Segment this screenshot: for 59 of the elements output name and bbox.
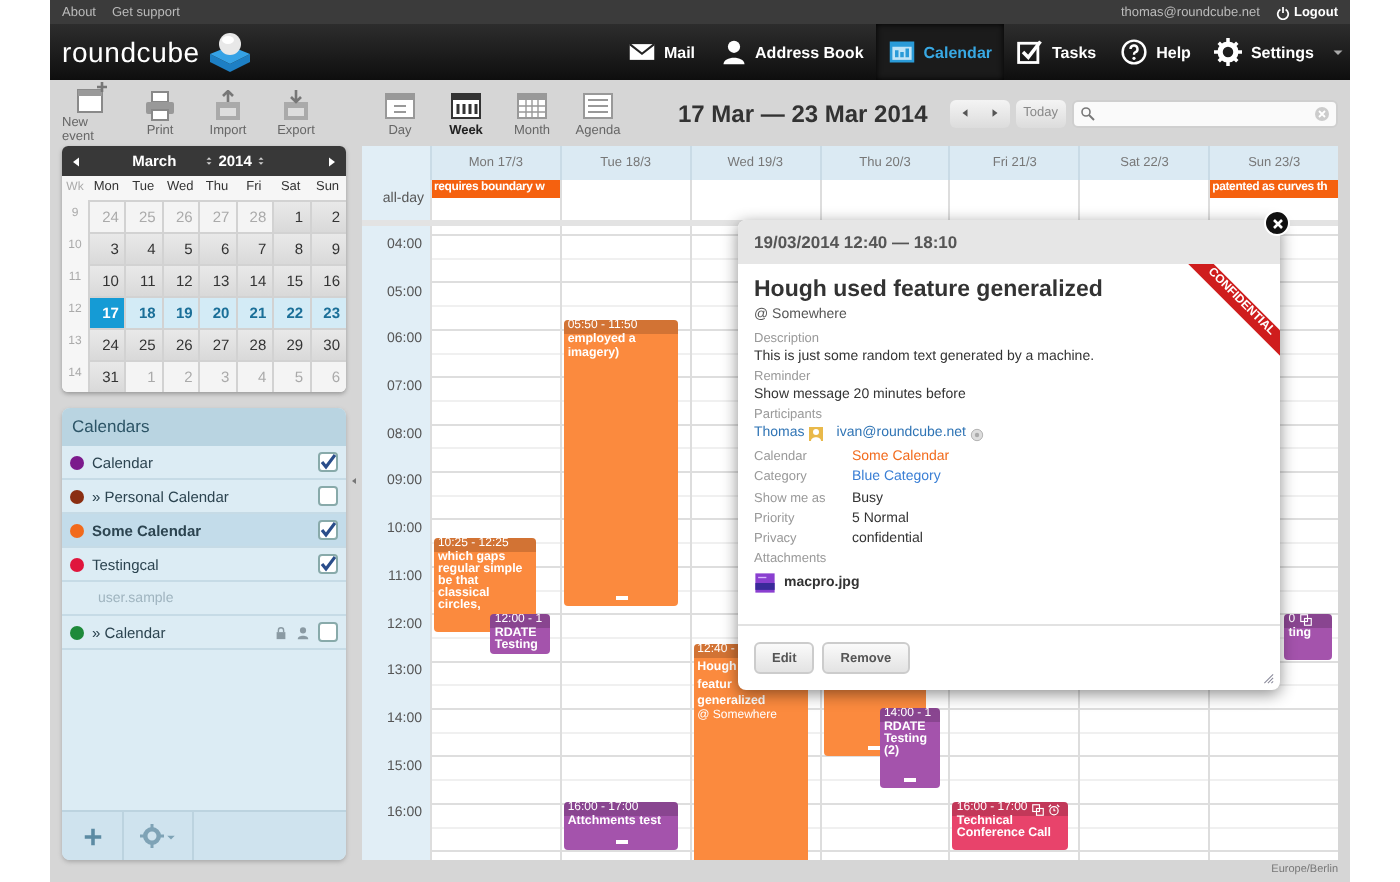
person-badge-icon <box>808 426 825 442</box>
caret-icon <box>1332 46 1344 58</box>
plus-icon <box>81 825 103 847</box>
close-button[interactable] <box>1264 210 1290 236</box>
search-field[interactable] <box>1072 99 1338 127</box>
resize-grip-icon <box>1260 670 1274 684</box>
checkbox[interactable] <box>318 520 338 540</box>
status-icon <box>970 427 985 441</box>
select-arrows-icon <box>255 154 266 168</box>
logo-text: roundcube <box>62 36 200 68</box>
close-icon <box>1269 215 1285 231</box>
export-icon <box>280 89 312 121</box>
help-icon <box>1120 38 1149 66</box>
clear-icon <box>1314 105 1330 121</box>
date-range-title: 17 Mar — 23 Mar 2014 <box>678 99 928 127</box>
nav-tab[interactable]: Calendar <box>875 24 1004 80</box>
person-icon <box>296 625 310 639</box>
checkbox[interactable] <box>318 622 338 642</box>
right-triangle-icon <box>989 108 1000 118</box>
popup-date: 19/03/2014 12:40 — 18:10 <box>738 220 1280 264</box>
day-view-icon <box>384 89 416 121</box>
cube-logo-icon <box>205 30 254 74</box>
next-month-button[interactable] <box>326 155 338 167</box>
resize-handle[interactable] <box>903 778 916 782</box>
resize-handle[interactable] <box>868 745 881 750</box>
collapse-arrow-icon <box>350 476 358 486</box>
person-icon <box>719 38 748 66</box>
search-icon <box>1080 105 1096 121</box>
calendar-icon <box>887 38 916 66</box>
right-triangle-icon <box>326 155 338 167</box>
left-triangle-icon <box>959 108 970 118</box>
caret-icon <box>166 831 176 841</box>
checkbox[interactable] <box>318 554 338 574</box>
lock-icon <box>274 625 288 639</box>
settings-icon <box>1214 38 1243 66</box>
image-file-icon <box>754 572 776 595</box>
resize-handle[interactable] <box>615 840 628 845</box>
power-icon <box>1275 5 1290 19</box>
mail-icon <box>627 38 656 66</box>
import-icon <box>212 89 244 121</box>
agenda-view-icon <box>582 89 614 121</box>
resize-handle[interactable] <box>615 595 628 600</box>
settings-icon <box>140 824 164 848</box>
printer-icon <box>144 89 176 121</box>
left-triangle-icon <box>70 155 82 167</box>
nav-tab[interactable]: Help <box>1108 24 1203 80</box>
checkbox-icon <box>1016 38 1044 66</box>
select-arrows-icon <box>204 154 215 168</box>
checkbox[interactable] <box>318 452 338 472</box>
nav-tab[interactable]: Settings <box>1202 24 1326 80</box>
panel-title: Calendars <box>62 408 346 446</box>
checkbox[interactable] <box>318 486 338 506</box>
nav-tab[interactable]: Mail <box>615 24 708 80</box>
nav-tab[interactable]: Tasks <box>1004 24 1109 80</box>
week-view-icon <box>450 89 482 121</box>
nav-tab[interactable]: Address Book <box>707 24 876 80</box>
prev-month-button[interactable] <box>70 155 82 167</box>
calendar-plus-icon <box>76 82 108 114</box>
month-view-icon <box>516 89 548 121</box>
